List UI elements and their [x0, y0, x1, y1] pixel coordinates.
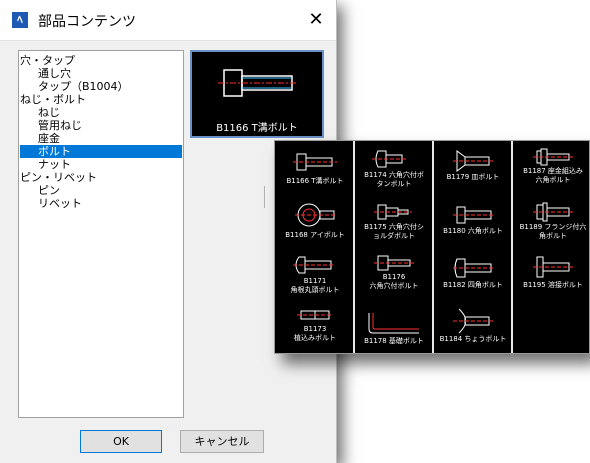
ok-button[interactable]: OK: [80, 430, 162, 453]
part-preview[interactable]: B1166 T溝ボルト: [190, 50, 324, 138]
tree-item-pins-rivets[interactable]: ピン・リベット: [20, 171, 97, 184]
palette-item-b1182[interactable]: B1182 四角ボルト: [433, 255, 513, 290]
palette-item-b1184[interactable]: B1184 ちょうボルト: [433, 307, 513, 344]
tree-item-rivet[interactable]: リベット: [38, 197, 82, 210]
palette-item-label: B1173 植込みボルト: [294, 325, 336, 342]
palette-item-b1179[interactable]: B1179 皿ボルト: [433, 149, 513, 182]
countersunk-bolt-icon: [453, 150, 493, 172]
palette-item-b1195[interactable]: B1195 溶接ボルト: [513, 253, 589, 290]
flange-bolt-icon: [533, 202, 573, 222]
preview-label: B1166 T溝ボルト: [216, 123, 298, 134]
socket-head-bolt-icon: [374, 255, 414, 271]
button-head-bolt-icon: [372, 150, 408, 168]
square-bolt-icon: [453, 258, 495, 278]
title-bar: ﾍ 部品コンテンツ ✕: [0, 0, 336, 41]
palette-item-label: B1187 座金組込み 六角ボルト: [523, 167, 583, 184]
palette-item-label: B1168 アイボルト: [285, 231, 345, 239]
tree-item-tap[interactable]: タップ（B1004）: [38, 80, 129, 93]
palette-item-b1189[interactable]: B1189 フランジ付六 角ボルト: [513, 201, 589, 241]
wing-bolt-icon: [453, 308, 493, 334]
tree-item-nut[interactable]: ナット: [38, 158, 71, 171]
tree-item-pipe-thread[interactable]: 管用ねじ: [38, 119, 82, 132]
foundation-bolt-icon: [368, 313, 419, 334]
palette-item-b1187[interactable]: B1187 座金組込み 六角ボルト: [513, 147, 589, 185]
washer-hex-bolt-icon: [533, 148, 573, 166]
tree-item-screws-bolts[interactable]: ねじ・ボルト: [20, 93, 86, 106]
tree-item-through-hole[interactable]: 通し穴: [38, 67, 71, 80]
palette-item-b1178[interactable]: B1178 基礎ボルト: [354, 311, 434, 346]
palette-item-b1175[interactable]: B1175 六角穴付シ ョルダボルト: [354, 201, 434, 241]
palette-item-b1173[interactable]: B1173 植込みボルト: [275, 305, 355, 343]
palette-item-label: B1174 六角穴付ボ タンボルト: [364, 171, 424, 188]
dialog-title: 部品コンテンツ: [38, 14, 136, 30]
palette-item-label: B1178 基礎ボルト: [364, 337, 424, 345]
stud-bolt-icon: [297, 310, 333, 320]
palette-item-b1180[interactable]: B1180 六角ボルト: [433, 203, 513, 236]
shoulder-bolt-icon: [374, 204, 412, 220]
app-icon: ﾍ: [12, 12, 28, 28]
tree-item-holes-taps[interactable]: 穴・タップ: [20, 54, 75, 67]
eye-bolt-icon: [295, 203, 337, 227]
divider: [264, 186, 265, 208]
parts-palette: B1166 T溝ボルト B1168 アイボルト B1171 角根丸頭ボルト B1…: [274, 140, 590, 354]
palette-item-b1174[interactable]: B1174 六角穴付ボ タンボルト: [354, 147, 434, 189]
tree-item-washer[interactable]: 座金: [38, 132, 60, 145]
cancel-button[interactable]: キャンセル: [180, 430, 264, 453]
palette-item-label: B1179 皿ボルト: [446, 173, 500, 181]
palette-item-b1171[interactable]: B1171 角根丸頭ボルト: [275, 253, 355, 295]
palette-item-label: B1166 T溝ボルト: [286, 177, 344, 185]
palette-item-label: B1180 六角ボルト: [443, 227, 503, 235]
palette-item-b1166[interactable]: B1166 T溝ボルト: [275, 147, 355, 186]
palette-item-label: B1176 六角穴付ボルト: [369, 273, 419, 290]
close-icon[interactable]: ✕: [306, 10, 326, 30]
t-slot-bolt-icon: [218, 69, 298, 97]
t-slot-bolt-icon: [293, 153, 337, 171]
weld-bolt-icon: [533, 256, 573, 278]
tree-item-pin[interactable]: ピン: [38, 184, 60, 197]
palette-item-label: B1171 角根丸頭ボルト: [290, 277, 340, 294]
palette-item-label: B1195 溶接ボルト: [523, 281, 583, 289]
hex-bolt-icon: [453, 206, 495, 224]
carriage-bolt-icon: [293, 256, 335, 274]
tree-item-screw[interactable]: ねじ: [38, 106, 60, 119]
palette-item-b1176[interactable]: B1176 六角穴付ボルト: [354, 253, 434, 291]
category-tree[interactable]: 穴・タップ 通し穴 タップ（B1004） ねじ・ボルト ねじ 管用ねじ 座金 ボ…: [18, 50, 184, 418]
palette-item-label: B1175 六角穴付シ ョルダボルト: [364, 223, 424, 240]
palette-item-label: B1184 ちょうボルト: [439, 335, 507, 343]
palette-item-label: B1189 フランジ付六 角ボルト: [519, 223, 587, 240]
palette-item-b1168[interactable]: B1168 アイボルト: [275, 199, 355, 240]
palette-item-label: B1182 四角ボルト: [443, 281, 503, 289]
tree-item-bolt[interactable]: ボルト: [20, 145, 182, 158]
